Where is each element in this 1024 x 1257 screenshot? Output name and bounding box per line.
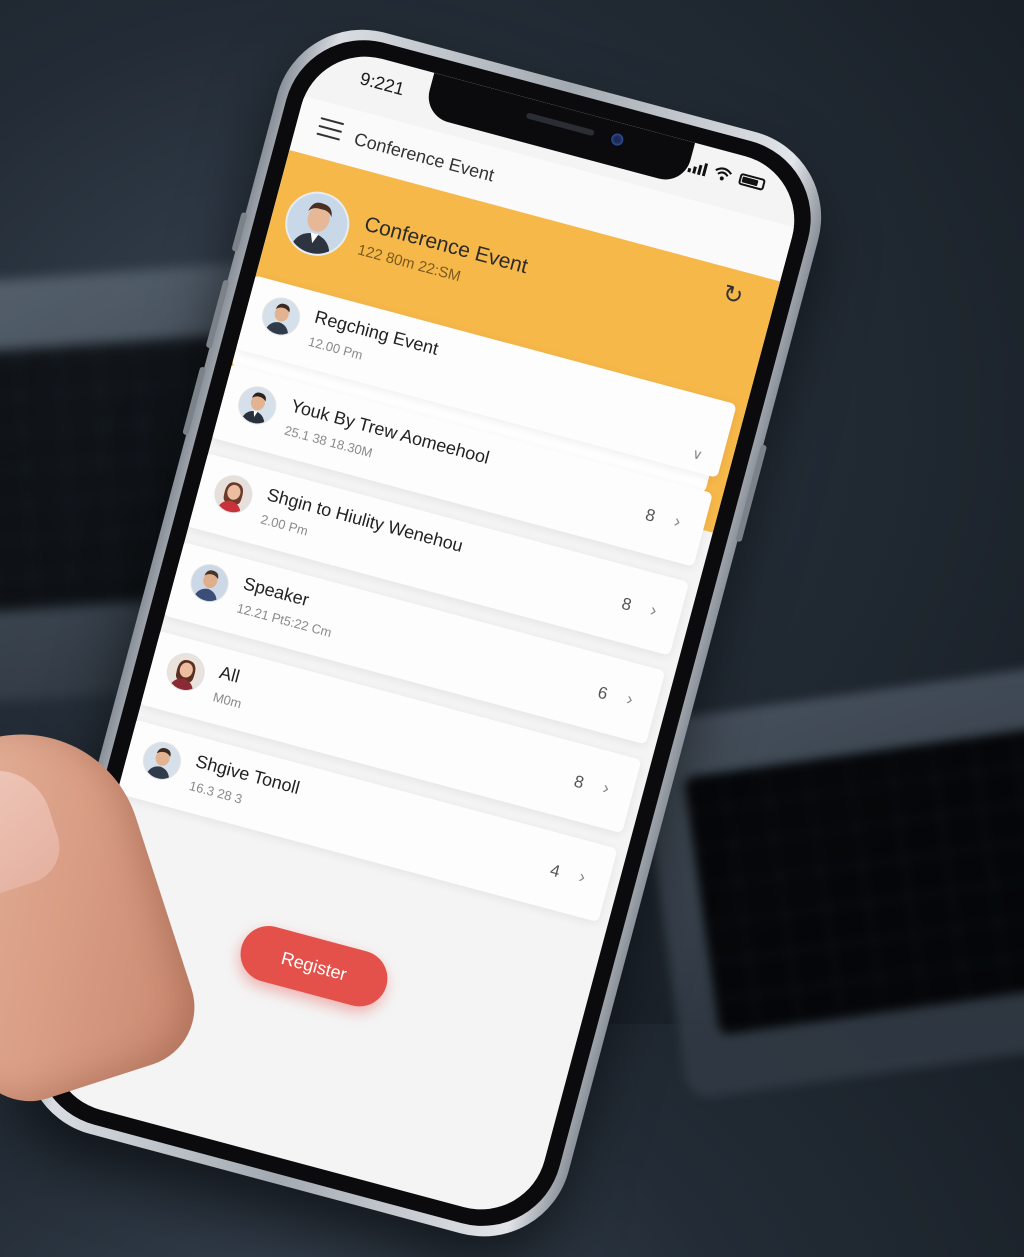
front-camera xyxy=(609,132,625,147)
chevron-right-icon[interactable]: › xyxy=(577,866,588,888)
attendee-count: 4 xyxy=(548,860,563,882)
avatar xyxy=(138,737,186,785)
chevron-right-icon[interactable]: › xyxy=(648,600,659,622)
attendee-count: 6 xyxy=(595,682,610,704)
chevron-right-icon[interactable]: › xyxy=(624,688,635,710)
chevron-down-icon[interactable]: ∨ xyxy=(690,445,704,464)
avatar xyxy=(186,559,233,607)
event-item-time: M0m xyxy=(211,689,244,712)
wifi-icon xyxy=(715,167,733,181)
avatar xyxy=(210,470,257,518)
event-item-time: 2.00 Pm xyxy=(259,511,310,539)
signal-icon xyxy=(687,159,709,176)
avatar xyxy=(257,293,305,340)
status-icons xyxy=(687,158,767,192)
status-time: 9:221 xyxy=(357,68,407,100)
menu-icon[interactable] xyxy=(316,117,345,143)
chevron-right-icon[interactable]: › xyxy=(600,777,612,799)
event-item-title: All xyxy=(217,662,242,687)
event-item-time: 12.21 Pt5:22 Cm xyxy=(235,600,334,641)
avatar xyxy=(162,648,210,696)
background-laptop-right xyxy=(635,659,1024,1101)
chevron-right-icon[interactable]: › xyxy=(672,511,683,533)
attendee-count: 8 xyxy=(643,505,658,526)
avatar xyxy=(233,382,281,429)
host-avatar xyxy=(278,184,357,263)
attendee-count: 8 xyxy=(571,771,586,793)
register-button[interactable]: Register xyxy=(234,919,394,1013)
attendee-count: 8 xyxy=(619,593,634,615)
battery-icon xyxy=(737,172,767,191)
